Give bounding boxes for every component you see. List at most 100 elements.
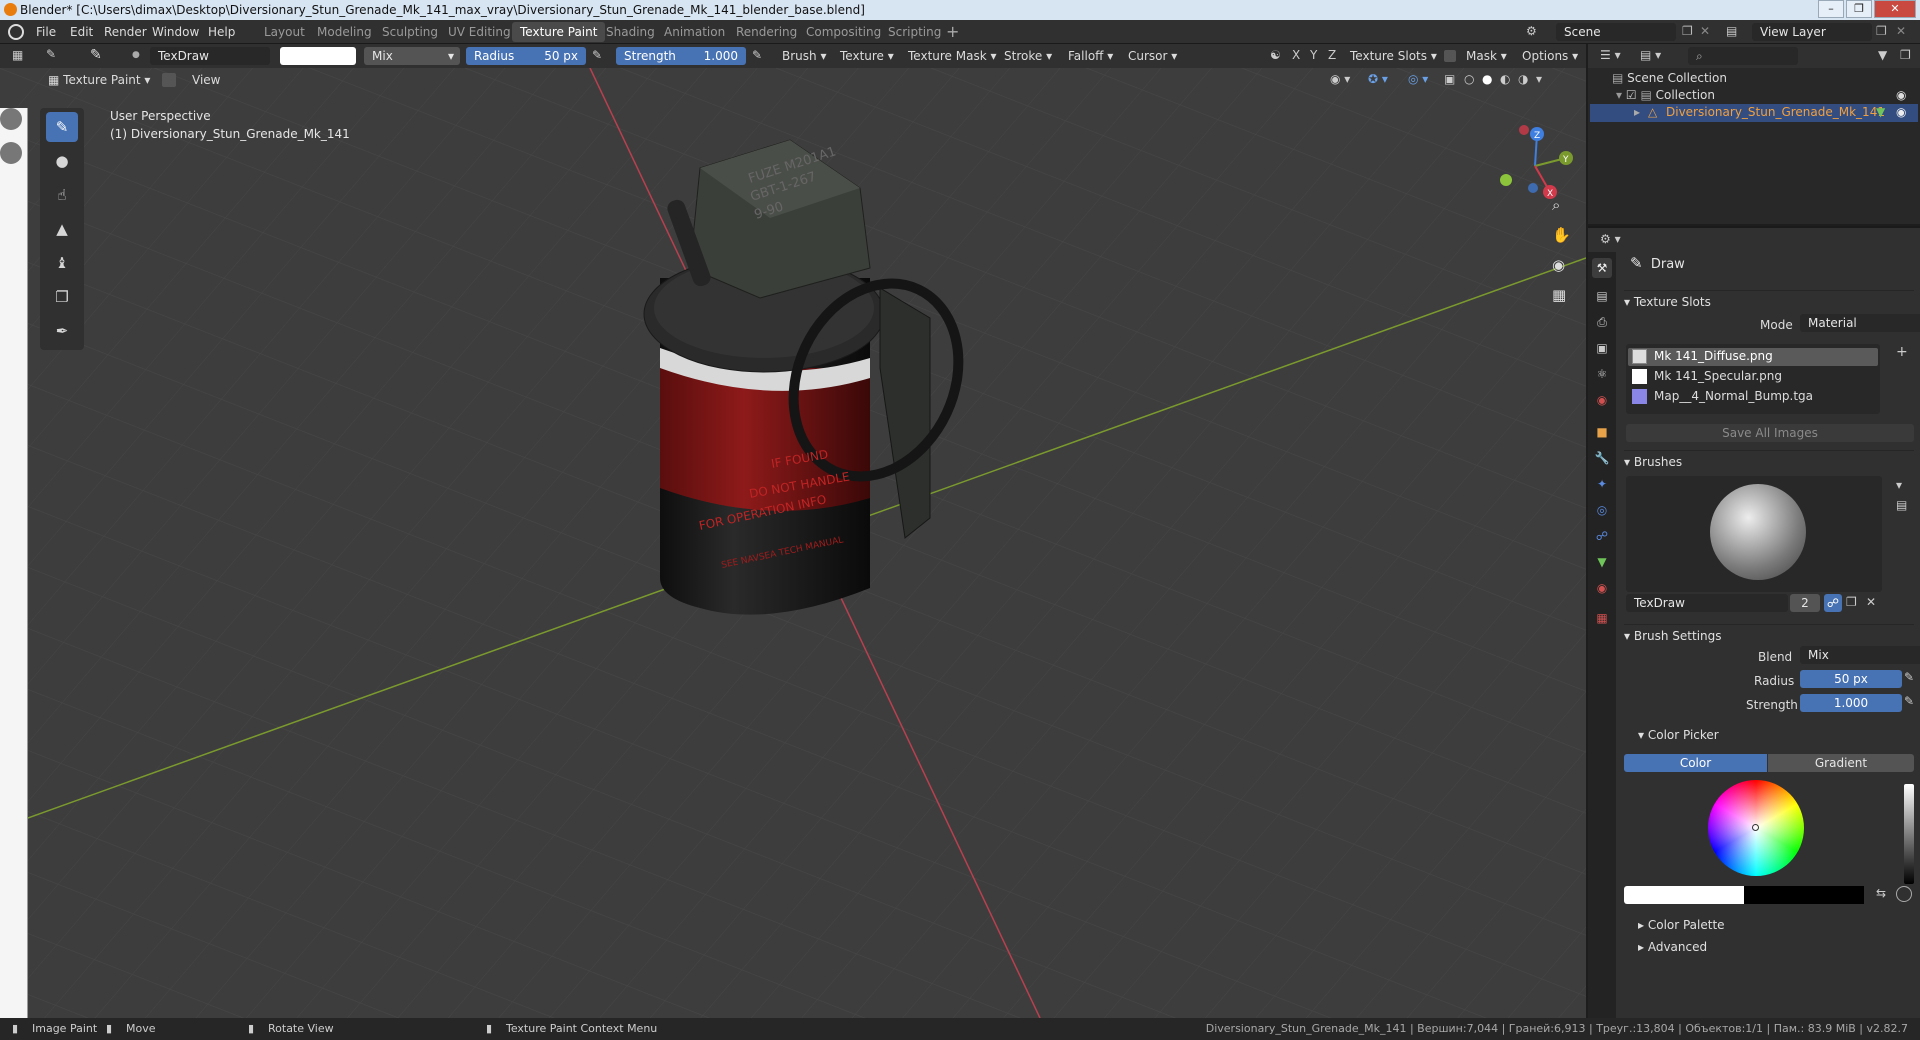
- data-tab-icon[interactable]: ▼: [1592, 552, 1612, 572]
- mask-tool-icon[interactable]: ❐: [46, 282, 78, 312]
- radius-field[interactable]: 50 px: [1800, 670, 1902, 688]
- scene-icon[interactable]: ⚙: [1526, 24, 1537, 38]
- smear-tool-icon[interactable]: ☝: [46, 180, 78, 210]
- maximize-icon[interactable]: ❐: [1846, 0, 1872, 18]
- texture-mask-menu[interactable]: Texture Mask ▾: [902, 46, 1003, 66]
- mode-selector[interactable]: ▦ Texture Paint ▾: [42, 70, 156, 90]
- scene-selector[interactable]: Scene: [1556, 23, 1676, 41]
- texture-slot-row[interactable]: Map__4_Normal_Bump.tga: [1628, 388, 1878, 406]
- falloff-menu[interactable]: Falloff ▾: [1062, 46, 1119, 66]
- texture-slots-menu[interactable]: Texture Slots ▾: [1344, 46, 1443, 66]
- color-wheel-cursor[interactable]: [1752, 824, 1759, 831]
- tab-shading[interactable]: Shading: [598, 22, 663, 42]
- fake-user-icon[interactable]: ☍: [1824, 594, 1842, 612]
- particles-tab-icon[interactable]: ✦: [1592, 474, 1612, 494]
- tool-icon[interactable]: ✎: [46, 47, 56, 61]
- image-editor-strip[interactable]: [0, 108, 28, 1018]
- color-palette-panel-header[interactable]: ▸ Color Palette: [1638, 914, 1908, 936]
- tab-scripting[interactable]: Scripting: [880, 22, 949, 42]
- brush-preview-icon[interactable]: [1710, 484, 1806, 580]
- brush-image-icon[interactable]: ▤: [1896, 498, 1907, 512]
- mask-checkbox[interactable]: [1444, 50, 1456, 62]
- mode-dropdown[interactable]: Material▾: [1800, 314, 1920, 332]
- outliner-object-row[interactable]: ▸ △ Diversionary_Stun_Grenade_Mk_141 ▼ ◉: [1590, 104, 1918, 122]
- object-tab-icon[interactable]: ■: [1592, 422, 1612, 442]
- unified-color-icon[interactable]: [1896, 886, 1912, 902]
- blend-dropdown[interactable]: Mix▾: [1800, 646, 1920, 664]
- strength-slider[interactable]: Strength 1.000: [616, 47, 746, 65]
- texture-tab-icon[interactable]: ▦: [1592, 608, 1612, 628]
- stroke-menu[interactable]: Stroke ▾: [998, 46, 1058, 66]
- perspective-toggle-icon[interactable]: ▦: [1552, 286, 1566, 304]
- menu-help[interactable]: Help: [200, 20, 243, 44]
- constraints-tab-icon[interactable]: ☍: [1592, 526, 1612, 546]
- brush-name-field[interactable]: TexDraw: [150, 47, 270, 65]
- texture-slot-row[interactable]: Mk 141_Specular.png: [1628, 368, 1878, 386]
- outliner-search-input[interactable]: ⌕: [1688, 47, 1798, 65]
- value-slider[interactable]: [1904, 784, 1914, 884]
- world-tab-icon[interactable]: ◉: [1592, 390, 1612, 410]
- output-tab-icon[interactable]: ⎙: [1592, 312, 1612, 332]
- color-tab[interactable]: Color: [1624, 754, 1767, 772]
- add-texture-slot-icon[interactable]: +: [1896, 344, 1908, 360]
- hand-icon[interactable]: [0, 142, 22, 164]
- gizmo-neg-x-icon[interactable]: [1519, 125, 1529, 135]
- strength-field[interactable]: 1.000: [1800, 694, 1902, 712]
- advanced-panel-header[interactable]: ▸ Advanced: [1638, 936, 1908, 958]
- brush-preview-area[interactable]: [1626, 476, 1882, 592]
- filter-icon[interactable]: ▼: [1878, 48, 1887, 62]
- modifier-tab-icon[interactable]: 🔧: [1592, 448, 1612, 468]
- brush-name-input[interactable]: TexDraw: [1626, 594, 1788, 612]
- color-swatch[interactable]: [280, 47, 356, 65]
- new-view-layer-icon[interactable]: ❐: [1876, 24, 1887, 38]
- material-tab-icon[interactable]: ◉: [1592, 578, 1612, 598]
- material-shading-icon[interactable]: ◐: [1500, 72, 1510, 86]
- strength-pressure-icon[interactable]: ✎: [1904, 694, 1914, 708]
- axis-z-toggle[interactable]: Z: [1328, 48, 1336, 62]
- brush-menu[interactable]: Brush ▾: [776, 46, 832, 66]
- axis-x-toggle[interactable]: X: [1292, 48, 1300, 62]
- overlays-icon[interactable]: ◎ ▾: [1408, 72, 1428, 86]
- brush-type-icon[interactable]: ●: [132, 50, 140, 60]
- wireframe-shading-icon[interactable]: ○: [1464, 72, 1474, 86]
- 3d-viewport[interactable]: FUZE M201A1 GBT-1-267 9-90 IF FOUND DO N…: [0, 68, 1586, 1018]
- radius-slider[interactable]: Radius 50 px: [466, 47, 586, 65]
- tab-modeling[interactable]: Modeling: [309, 22, 380, 42]
- brush-users-count[interactable]: 2: [1790, 594, 1820, 612]
- symmetry-icon[interactable]: ☯: [1270, 48, 1281, 62]
- delete-scene-icon[interactable]: ✕: [1700, 24, 1710, 38]
- draw-tool-icon[interactable]: ✎: [46, 112, 78, 142]
- view-menu[interactable]: View: [186, 70, 226, 90]
- render-tab-icon[interactable]: ▤: [1592, 286, 1612, 306]
- unlink-brush-icon[interactable]: ✕: [1866, 595, 1876, 609]
- radius-pressure-icon[interactable]: ✎: [1904, 670, 1914, 684]
- tab-uv-editing[interactable]: UV Editing: [440, 22, 519, 42]
- swap-colors-icon[interactable]: ⇆: [1876, 886, 1886, 900]
- fill-tool-icon[interactable]: ♝: [46, 248, 78, 278]
- shading-options-icon[interactable]: ▾: [1536, 72, 1542, 86]
- save-all-images-button[interactable]: Save All Images: [1626, 424, 1914, 442]
- outliner-scene-collection[interactable]: ▤ Scene Collection: [1612, 71, 1727, 85]
- close-icon[interactable]: ✕: [1874, 0, 1916, 18]
- object-visibility-icon[interactable]: ◉: [1896, 105, 1906, 119]
- zoom-icon[interactable]: ⌕: [1552, 196, 1560, 214]
- mask-menu[interactable]: Mask ▾: [1460, 46, 1513, 66]
- tab-sculpting[interactable]: Sculpting: [374, 22, 446, 42]
- strength-pressure-icon[interactable]: ✎: [752, 48, 762, 62]
- cursor-menu[interactable]: Cursor ▾: [1122, 46, 1183, 66]
- physics-tab-icon[interactable]: ◎: [1592, 500, 1612, 520]
- minimize-icon[interactable]: –: [1818, 0, 1844, 18]
- rendered-shading-icon[interactable]: ◑: [1518, 72, 1528, 86]
- annotate-tool-icon[interactable]: ✒: [46, 316, 78, 346]
- tab-rendering[interactable]: Rendering: [728, 22, 805, 42]
- solid-shading-icon[interactable]: ●: [1482, 72, 1492, 86]
- add-workspace-icon[interactable]: +: [946, 22, 959, 41]
- blend-dropdown[interactable]: Mix▾: [364, 47, 460, 65]
- radius-pressure-icon[interactable]: ✎: [592, 48, 602, 62]
- texture-menu[interactable]: Texture ▾: [834, 46, 900, 66]
- menu-file[interactable]: File: [28, 20, 64, 44]
- view-layer-tab-icon[interactable]: ▣: [1592, 338, 1612, 358]
- viewport-overlay-toggle[interactable]: [162, 73, 176, 87]
- view-layer-selector[interactable]: View Layer: [1752, 23, 1872, 41]
- blender-menu-icon[interactable]: [8, 24, 24, 40]
